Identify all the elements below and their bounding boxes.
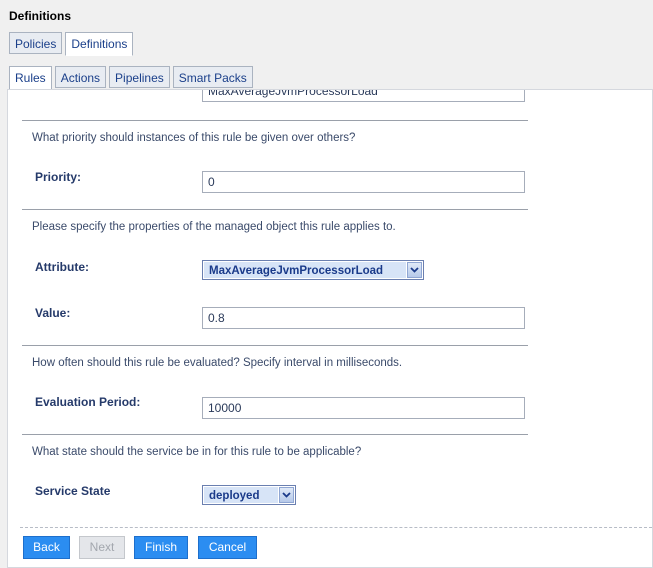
priority-label: Priority: bbox=[35, 170, 82, 184]
divider bbox=[22, 434, 528, 435]
value-label: Value: bbox=[35, 306, 71, 320]
next-button[interactable]: Next bbox=[79, 536, 125, 559]
chevron-down-icon[interactable] bbox=[279, 487, 294, 503]
tab-definitions[interactable]: Definitions bbox=[65, 32, 134, 56]
page-title: Definitions bbox=[9, 9, 71, 23]
top-tab-bar: Policies Definitions bbox=[9, 32, 134, 56]
interval-question: How often should this rule be evaluated?… bbox=[32, 357, 403, 369]
tab-actions[interactable]: Actions bbox=[54, 66, 107, 88]
button-bar-divider bbox=[20, 527, 652, 528]
attribute-select-value: MaxAverageJvmProcessorLoad bbox=[204, 262, 406, 278]
attribute-select[interactable]: MaxAverageJvmProcessorLoad bbox=[202, 260, 424, 280]
divider bbox=[22, 209, 528, 210]
service-state-select-value: deployed bbox=[204, 487, 278, 503]
attribute-label: Attribute: bbox=[35, 260, 89, 274]
finish-button[interactable]: Finish bbox=[134, 536, 188, 559]
tab-pipelines[interactable]: Pipelines bbox=[109, 66, 170, 88]
divider bbox=[22, 120, 528, 121]
evaluation-period-field[interactable]: 10000 bbox=[202, 397, 525, 419]
cancel-button[interactable]: Cancel bbox=[198, 536, 257, 559]
rule-form-panel: MaxAverageJvmProcessorLoad What priority… bbox=[7, 89, 653, 568]
tab-rules[interactable]: Rules bbox=[9, 66, 52, 90]
chevron-down-icon[interactable] bbox=[407, 262, 422, 278]
rule-name-field[interactable]: MaxAverageJvmProcessorLoad bbox=[202, 90, 525, 102]
evaluation-period-label: Evaluation Period: bbox=[35, 395, 141, 409]
properties-question: Please specify the properties of the man… bbox=[32, 221, 396, 233]
service-state-select[interactable]: deployed bbox=[202, 485, 296, 505]
state-question: What state should the service be in for … bbox=[32, 446, 362, 458]
priority-question: What priority should instances of this r… bbox=[32, 132, 356, 144]
back-button[interactable]: Back bbox=[23, 536, 70, 559]
service-state-label: Service State bbox=[35, 484, 111, 498]
tab-smart-packs[interactable]: Smart Packs bbox=[172, 66, 253, 88]
sub-tab-bar: Rules Actions Pipelines Smart Packs bbox=[9, 66, 253, 90]
value-field[interactable]: 0.8 bbox=[202, 307, 525, 329]
priority-field[interactable]: 0 bbox=[202, 171, 525, 193]
divider bbox=[22, 345, 528, 346]
tab-policies[interactable]: Policies bbox=[9, 32, 63, 54]
